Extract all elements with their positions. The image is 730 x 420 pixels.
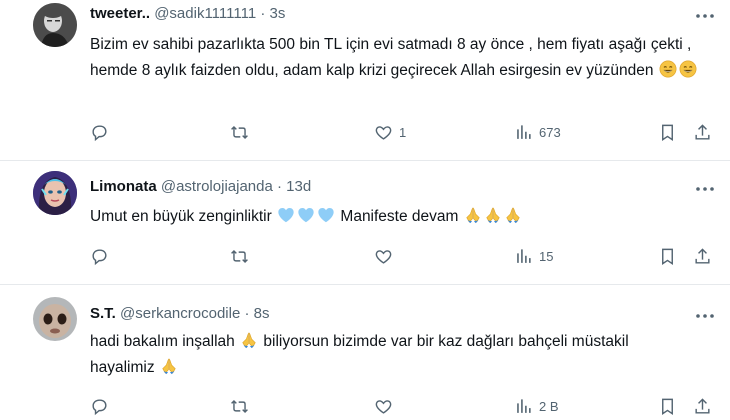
blue-heart-emoji <box>317 206 335 224</box>
retweet-icon <box>230 247 249 266</box>
separator-dot: · <box>277 178 282 195</box>
display-name[interactable]: S.T. <box>90 305 116 322</box>
bookmark-icon <box>658 397 677 416</box>
bookmark-icon <box>658 123 677 142</box>
reply-icon <box>90 247 109 266</box>
bookmark-button[interactable] <box>658 121 677 143</box>
retweet-button[interactable] <box>230 395 249 417</box>
share-icon <box>693 123 712 142</box>
display-name[interactable]: Limonata <box>90 178 157 195</box>
views-button[interactable]: 2 B <box>514 395 559 417</box>
folded-hands-emoji <box>504 206 522 224</box>
tweet-header: tweeter.. @sadik1111111 · 3s <box>90 5 285 22</box>
user-handle[interactable]: @astrolojiajanda <box>161 178 273 195</box>
tweet-2[interactable]: Limonata @astrolojiajanda · 13d Umut en … <box>0 161 730 284</box>
share-button[interactable] <box>693 245 712 267</box>
like-count: 1 <box>399 124 407 140</box>
reply-icon <box>90 123 109 142</box>
views-icon <box>514 123 533 142</box>
folded-hands-emoji <box>484 206 502 224</box>
views-icon <box>514 397 533 416</box>
folded-hands-emoji <box>240 331 258 349</box>
like-button[interactable] <box>374 245 393 267</box>
separator-dot: · <box>244 305 250 322</box>
like-icon <box>374 247 393 266</box>
blue-heart-emoji <box>297 206 315 224</box>
views-count: 2 B <box>539 398 559 414</box>
tweet-3[interactable]: S.T. @serkancrocodile · 8s hadi bakalım … <box>0 285 730 420</box>
action-bar: 15 <box>90 245 712 267</box>
display-name[interactable]: tweeter.. <box>90 5 150 22</box>
reply-icon <box>90 397 109 416</box>
reply-button[interactable] <box>90 245 109 267</box>
like-icon <box>374 123 393 142</box>
tweet-text: Bizim ev sahibi pazarlıkta 500 bin TL iç… <box>90 32 710 84</box>
like-button[interactable]: 1 <box>374 121 406 143</box>
bookmark-button[interactable] <box>658 395 677 417</box>
retweet-button[interactable] <box>230 245 249 267</box>
reply-button[interactable] <box>90 395 109 417</box>
avatar[interactable] <box>33 3 77 47</box>
grin-emoji <box>679 60 697 78</box>
views-count: 15 <box>539 248 554 264</box>
like-icon <box>374 397 393 416</box>
tweet-text-part-1: Umut en büyük zenginliktir <box>90 208 272 225</box>
views-count: 673 <box>539 124 561 140</box>
action-bar: 2 B <box>90 395 712 417</box>
more-icon[interactable] <box>694 182 716 196</box>
views-icon <box>514 247 533 266</box>
avatar[interactable] <box>33 297 77 341</box>
tweet-header: Limonata @astrolojiajanda · 13d <box>90 178 311 195</box>
grin-emoji <box>659 60 677 78</box>
share-icon <box>693 397 712 416</box>
timestamp[interactable]: 13d <box>286 178 311 195</box>
bookmark-icon <box>658 247 677 266</box>
tweet-text: Umut en büyük zenginliktir Manifeste dev… <box>90 204 710 230</box>
views-button[interactable]: 15 <box>514 245 553 267</box>
action-bar: 1 673 <box>90 121 712 143</box>
reply-button[interactable] <box>90 121 109 143</box>
tweet-header: S.T. @serkancrocodile · 8s <box>90 305 269 322</box>
timestamp[interactable]: 3s <box>270 5 286 22</box>
more-icon[interactable] <box>694 9 716 23</box>
tweet-text-part-1: hadi bakalım inşallah <box>90 333 235 350</box>
user-handle[interactable]: @sadik1111111 <box>154 5 256 22</box>
avatar[interactable] <box>33 171 77 215</box>
share-icon <box>693 247 712 266</box>
blue-heart-emoji <box>277 206 295 224</box>
tweet-text: hadi bakalım inşallah biliyorsun bizimde… <box>90 329 650 381</box>
folded-hands-emoji <box>160 357 178 375</box>
like-button[interactable] <box>374 395 393 417</box>
timestamp[interactable]: 8s <box>254 305 270 322</box>
views-button[interactable]: 673 <box>514 121 561 143</box>
more-icon[interactable] <box>694 309 716 323</box>
folded-hands-emoji <box>464 206 482 224</box>
share-button[interactable] <box>693 121 712 143</box>
retweet-button[interactable] <box>230 121 249 143</box>
tweet-1[interactable]: tweeter.. @sadik1111111 · 3s Bizim ev sa… <box>0 0 730 160</box>
separator-dot: · <box>260 5 266 22</box>
share-button[interactable] <box>693 395 712 417</box>
user-handle[interactable]: @serkancrocodile <box>120 305 240 322</box>
tweet-text-content: Bizim ev sahibi pazarlıkta 500 bin TL iç… <box>90 36 692 79</box>
tweet-text-part-2: Manifeste devam <box>340 208 459 225</box>
bookmark-button[interactable] <box>658 245 677 267</box>
retweet-icon <box>230 397 249 416</box>
retweet-icon <box>230 123 249 142</box>
